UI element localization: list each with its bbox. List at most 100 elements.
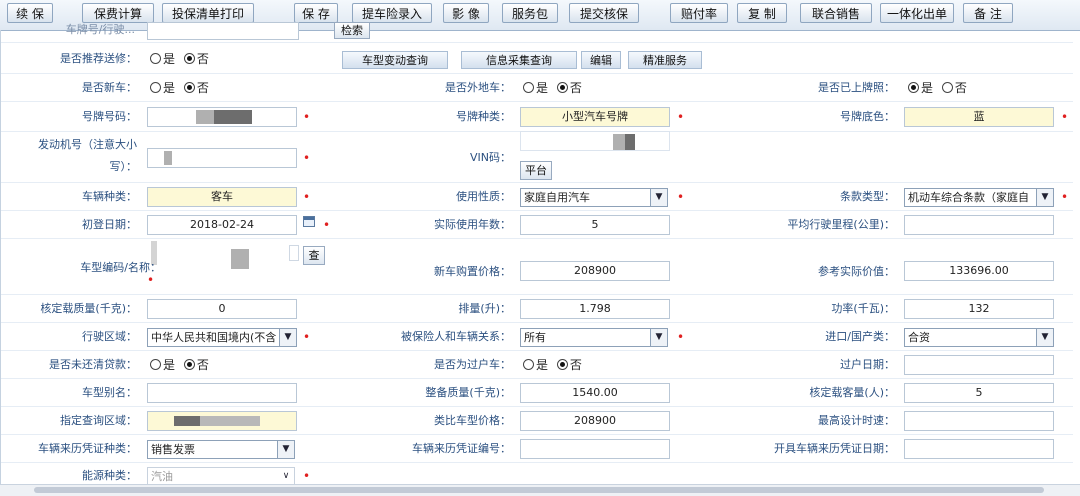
model-code-input-edge[interactable] — [289, 245, 299, 261]
drive-area-select[interactable]: 中华人民共和国境内(不含 ▼ — [147, 328, 297, 347]
search-button[interactable]: 检索 — [334, 22, 370, 39]
power-input[interactable]: 132 — [904, 299, 1054, 319]
model-lookup-button[interactable]: 查 — [303, 246, 325, 265]
max-speed-input[interactable] — [904, 411, 1054, 431]
radio-yes-selected[interactable] — [908, 82, 919, 93]
clause-type-select[interactable]: 机动车综合条款（家庭自 ▼ — [904, 188, 1054, 207]
plate-type-label: 号牌种类： — [456, 110, 511, 123]
chevron-down-icon[interactable]: ▼ — [650, 329, 667, 346]
actual-years-input[interactable]: 5 — [520, 215, 670, 235]
partial-top-input[interactable] — [147, 22, 299, 40]
radio-no-label: 否 — [569, 81, 582, 95]
radio-no-selected[interactable] — [183, 359, 195, 370]
required-mark: • — [303, 190, 311, 204]
radio-yes[interactable] — [523, 359, 534, 370]
save-button[interactable]: 保 存 — [294, 3, 338, 23]
engine-vin-row: 发动机号（注意大小 写）： • VIN码： 平台 — [1, 131, 1073, 183]
plate-type-input[interactable]: 小型汽车号牌 — [520, 107, 670, 127]
radio-yes[interactable] — [150, 359, 161, 370]
cert-no-input[interactable] — [520, 439, 670, 459]
vin-input[interactable] — [520, 131, 670, 151]
integrated-issue-button[interactable]: 一体化出单 — [880, 3, 954, 23]
new-price-label: 新车购置价格： — [434, 265, 511, 278]
service-pack-button[interactable]: 服务包 — [502, 3, 558, 23]
plate-color-input[interactable]: 蓝 — [904, 107, 1054, 127]
edit-button[interactable]: 编辑 — [581, 51, 621, 69]
precise-service-button[interactable]: 精准服务 — [628, 51, 702, 69]
required-mark: • — [147, 273, 155, 287]
radio-no-selected[interactable] — [556, 359, 568, 370]
new-price-input[interactable]: 208900 — [520, 261, 670, 281]
avg-mileage-input[interactable] — [904, 215, 1054, 235]
engine-no-label: 发动机号（注意大小 — [38, 138, 137, 151]
required-mark: • — [677, 110, 685, 124]
vehicle-kind-row: 车辆种类： 客车 • 使用性质： 家庭自用汽车 ▼ • 条款类型： 机动车综合条… — [1, 183, 1073, 211]
cert-date-input[interactable] — [904, 439, 1054, 459]
chevron-down-icon[interactable]: ▼ — [1036, 189, 1053, 206]
loss-ratio-button[interactable]: 赔付率 — [670, 3, 728, 23]
plate-number-label: 号牌号码： — [82, 110, 137, 123]
check-area-input[interactable] — [147, 411, 297, 431]
radio-no-selected[interactable] — [183, 82, 195, 93]
import-type-select[interactable]: 合资 ▼ — [904, 328, 1054, 347]
chevron-down-icon[interactable]: ▼ — [277, 441, 294, 458]
relation-select[interactable]: 所有 ▼ — [520, 328, 668, 347]
vehicle-kind-input[interactable]: 客车 — [147, 187, 297, 207]
copy-button[interactable]: 复 制 — [737, 3, 787, 23]
alias-input[interactable] — [147, 383, 297, 403]
joint-sales-button[interactable]: 联合销售 — [800, 3, 872, 23]
engine-no-input[interactable] — [147, 148, 297, 168]
ref-value-input[interactable]: 133696.00 — [904, 261, 1054, 281]
radio-no-selected[interactable] — [556, 82, 568, 93]
radio-yes[interactable] — [150, 53, 161, 64]
radio-no-label: 否 — [196, 52, 209, 66]
first-reg-input[interactable]: 2018-02-24 — [147, 215, 297, 235]
submit-underwriting-button[interactable]: 提交核保 — [569, 3, 639, 23]
required-mark: • — [303, 151, 311, 165]
curb-weight-input[interactable]: 1540.00 — [520, 383, 670, 403]
load-mass-input[interactable]: 0 — [147, 299, 297, 319]
model-change-query-button[interactable]: 车型变动查询 — [342, 51, 448, 69]
certificate-row: 车辆来历凭证种类： 销售发票 ▼ 车辆来历凭证编号： 开具车辆来历凭证日期： — [1, 435, 1073, 463]
cert-no-label: 车辆来历凭证编号： — [412, 442, 511, 455]
radio-no-selected[interactable] — [183, 53, 195, 64]
new-car-radio[interactable]: 是 否 — [150, 77, 209, 99]
load-mass-row: 核定载质量(千克)： 0 排量(升)： 1.798 功率(千瓦)： 132 — [1, 295, 1073, 323]
loan-radio[interactable]: 是 否 — [150, 354, 209, 376]
radio-no[interactable] — [941, 82, 953, 93]
chevron-down-icon[interactable]: ▼ — [650, 189, 667, 206]
transfer-radio[interactable]: 是 否 — [523, 354, 582, 376]
required-mark: • — [677, 190, 685, 204]
info-collect-query-button[interactable]: 信息采集查询 — [461, 51, 577, 69]
avg-mileage-label: 平均行驶里程(公里)： — [787, 218, 895, 231]
vehicle-insurance-entry-button[interactable]: 提车险录入 — [352, 3, 432, 23]
plated-radio[interactable]: 是 否 — [908, 77, 967, 99]
loan-row: 是否未还清贷款： 是 否 是否为过户车： 是 否 过户日期： — [1, 351, 1073, 379]
model-code-row: 查 车型编码/名称： • 新车购置价格： 208900 参考实际价值： 1336… — [1, 239, 1073, 295]
displacement-input[interactable]: 1.798 — [520, 299, 670, 319]
horizontal-scrollbar[interactable] — [0, 484, 1080, 496]
check-area-label: 指定查询区域： — [60, 414, 137, 427]
recommend-repair-radio[interactable]: 是 否 — [150, 48, 209, 70]
seats-input[interactable]: 5 — [904, 383, 1054, 403]
chevron-down-icon[interactable]: ∨ — [278, 468, 294, 485]
remark-button[interactable]: 备 注 — [963, 3, 1013, 23]
chevron-down-icon[interactable]: ▼ — [1036, 329, 1053, 346]
similar-price-input[interactable]: 208900 — [520, 411, 670, 431]
platform-button[interactable]: 平台 — [520, 161, 552, 180]
chevron-down-icon[interactable]: ▼ — [279, 329, 296, 346]
radio-yes[interactable] — [523, 82, 534, 93]
plate-number-input[interactable] — [147, 107, 297, 127]
print-list-button[interactable]: 投保清单打印 — [162, 3, 254, 23]
radio-no-label: 否 — [954, 81, 967, 95]
other-place-radio[interactable]: 是 否 — [523, 77, 582, 99]
radio-yes[interactable] — [150, 82, 161, 93]
scrollbar-thumb[interactable] — [34, 487, 1044, 493]
cert-type-select[interactable]: 销售发票 ▼ — [147, 440, 295, 459]
image-button[interactable]: 影 像 — [443, 3, 489, 23]
calendar-icon[interactable] — [303, 216, 315, 227]
use-nature-select[interactable]: 家庭自用汽车 ▼ — [520, 188, 668, 207]
transfer-date-input[interactable] — [904, 355, 1054, 375]
radio-no-label: 否 — [569, 358, 582, 372]
vehicle-kind-label: 车辆种类： — [82, 190, 137, 203]
